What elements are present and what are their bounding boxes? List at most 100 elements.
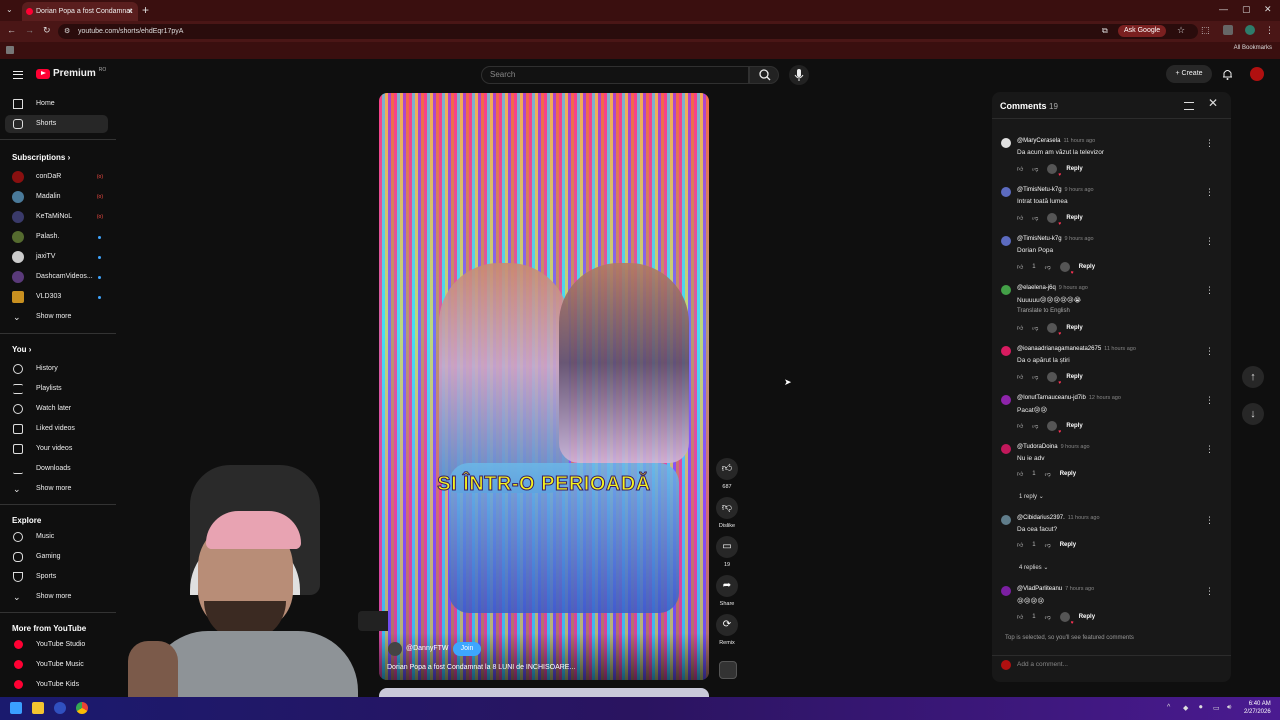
sidebar-item-liked-videos[interactable]: Liked videos	[5, 420, 108, 438]
you-heading[interactable]: You ›	[12, 345, 31, 354]
more-options-icon[interactable]: ⋮	[1205, 586, 1214, 597]
sidebar-item-youtube-studio[interactable]: YouTube Studio	[5, 636, 108, 654]
dislike-action[interactable]: 👎︎ Dislike	[716, 497, 738, 529]
account-avatar[interactable]	[1250, 67, 1264, 81]
remix-button[interactable]: ⟳	[716, 614, 738, 636]
more-options-icon[interactable]: ⋮	[1205, 187, 1214, 198]
comment-author[interactable]: @MaryCerasela 11 hours ago	[1017, 138, 1095, 144]
reply-button[interactable]: Reply	[1079, 264, 1095, 270]
all-bookmarks-button[interactable]: All Bookmarks	[1234, 45, 1272, 51]
translate-link[interactable]: Translate to English	[1017, 308, 1070, 314]
comment-author[interactable]: @Cibidarius2397. 11 hours ago	[1017, 515, 1100, 521]
cast-icon[interactable]: ⧉	[1102, 26, 1108, 36]
reload-icon[interactable]: ↻	[43, 25, 51, 36]
thumbs-up-icon[interactable]: 👍︎	[1017, 165, 1023, 173]
sidebar-item-gaming[interactable]: Gaming	[5, 548, 108, 566]
view-replies-button[interactable]: 4 replies ⌄	[1019, 564, 1048, 571]
maximize-icon[interactable]: ▢	[1242, 4, 1251, 15]
dislike-button[interactable]: 👎︎	[716, 497, 738, 519]
thumbs-down-icon[interactable]: 👎︎	[1045, 613, 1051, 621]
more-options-icon[interactable]: ⋮	[1205, 395, 1214, 406]
comments-button[interactable]: ▭	[716, 536, 738, 558]
show-more-you[interactable]: ⌄ Show more	[5, 480, 108, 498]
sidebar-channel[interactable]: conDaR (o)	[5, 168, 108, 186]
share-button[interactable]: ➦	[716, 575, 738, 597]
sidebar-item-music[interactable]: Music	[5, 528, 108, 546]
sidebar-channel[interactable]: VLD303	[5, 288, 108, 306]
reply-button[interactable]: Reply	[1060, 542, 1076, 548]
youtube-premium-logo[interactable]: Premium RO	[36, 67, 106, 79]
next-short-button[interactable]: ↓	[1242, 403, 1264, 425]
chrome-icon[interactable]	[76, 702, 88, 714]
subscriptions-heading[interactable]: Subscriptions ›	[12, 153, 70, 162]
commenter-avatar[interactable]	[1001, 444, 1011, 454]
taskbar-clock[interactable]: 6:40 AM 2/27/2026	[1244, 700, 1271, 716]
search-button[interactable]	[749, 66, 779, 84]
share-action[interactable]: ➦ Share	[716, 575, 738, 607]
thumbs-up-icon[interactable]: 👍︎	[1017, 470, 1023, 478]
search-input[interactable]: Search	[481, 66, 749, 84]
thumbs-up-icon[interactable]: 👍︎	[1017, 373, 1023, 381]
comment-author[interactable]: @ioanaadrianagamaneata2675 11 hours ago	[1017, 346, 1136, 352]
like-action[interactable]: 👍︎ 687	[716, 458, 738, 490]
commenter-avatar[interactable]	[1001, 395, 1011, 405]
sidebar-channel[interactable]: Madalin (o)	[5, 188, 108, 206]
commenter-avatar[interactable]	[1001, 285, 1011, 295]
app-icon[interactable]	[54, 702, 66, 714]
join-button[interactable]: Join	[453, 642, 481, 656]
tab-list-icon[interactable]: ⌄	[6, 5, 13, 14]
thumbs-down-icon[interactable]: 👎︎	[1045, 541, 1051, 549]
windows-start-icon[interactable]	[10, 702, 22, 714]
thumbs-down-icon[interactable]: 👎︎	[1045, 470, 1051, 478]
reply-button[interactable]: Reply	[1066, 325, 1082, 331]
reply-button[interactable]: Reply	[1066, 215, 1082, 221]
previous-short-button[interactable]: ↑	[1242, 366, 1264, 388]
sidebar-item-downloads[interactable]: Downloads	[5, 460, 108, 478]
commenter-avatar[interactable]	[1001, 187, 1011, 197]
comments-action[interactable]: ▭ 19	[716, 536, 738, 568]
more-options-icon[interactable]: ⋮	[1205, 346, 1214, 357]
thumbs-down-icon[interactable]: 👎︎	[1045, 263, 1051, 271]
thumbs-up-icon[interactable]: 👍︎	[1017, 422, 1023, 430]
video-title[interactable]: Dorian Popa a fost Condamnat la 8 LUNI d…	[387, 664, 575, 671]
hamburger-menu-icon[interactable]	[13, 71, 23, 79]
sound-thumbnail[interactable]	[719, 661, 737, 679]
thumbs-down-icon[interactable]: 👎︎	[1032, 165, 1038, 173]
apps-icon[interactable]	[6, 46, 14, 54]
sidebar-item-shorts[interactable]: Shorts	[5, 115, 108, 133]
sort-icon[interactable]	[1184, 102, 1194, 110]
comment-author[interactable]: @elaelena-j6q 9 hours ago	[1017, 285, 1088, 291]
close-window-icon[interactable]: ✕	[1264, 4, 1272, 15]
reply-button[interactable]: Reply	[1079, 614, 1095, 620]
more-options-icon[interactable]: ⋮	[1205, 515, 1214, 526]
comment-author[interactable]: @TimisNetu-k7g 9 hours ago	[1017, 187, 1094, 193]
sidebar-channel[interactable]: Palash.	[5, 228, 108, 246]
url-field[interactable]: ⚙ youtube.com/shorts/ehdEqr17pyA	[58, 24, 1198, 39]
sidebar-item-home[interactable]: Home	[5, 95, 108, 113]
commenter-avatar[interactable]	[1001, 515, 1011, 525]
sidebar-item-your-videos[interactable]: Your videos	[5, 440, 108, 458]
sidebar-item-playlists[interactable]: Playlists	[5, 380, 108, 398]
volume-icon[interactable]: 🔊︎	[1227, 704, 1231, 712]
sidebar-item-sports[interactable]: Sports	[5, 568, 108, 586]
comment-author[interactable]: @IonutTarnauceanu-jd7ib 12 hours ago	[1017, 395, 1121, 401]
thumbs-up-icon[interactable]: 👍︎	[1017, 613, 1023, 621]
close-icon[interactable]: ✕	[1208, 96, 1218, 110]
commenter-avatar[interactable]	[1001, 346, 1011, 356]
profile-switch-icon[interactable]	[1223, 25, 1233, 35]
show-more-explore[interactable]: ⌄ Show more	[5, 588, 108, 606]
tray-app-icon[interactable]: ◆	[1183, 704, 1188, 712]
back-icon[interactable]: ←	[7, 25, 16, 35]
thumbs-down-icon[interactable]: 👎︎	[1032, 324, 1038, 332]
sidebar-item-youtube-music[interactable]: YouTube Music	[5, 656, 108, 674]
comment-author[interactable]: @VladParliteanu 7 hours ago	[1017, 586, 1094, 592]
channel-name[interactable]: @DannyFTW	[406, 645, 449, 652]
minimize-icon[interactable]: —	[1219, 4, 1228, 14]
sidebar-item-watch-later[interactable]: Watch later	[5, 400, 108, 418]
thumbs-up-icon[interactable]: 👍︎	[1017, 324, 1023, 332]
thumbs-up-icon[interactable]: 👍︎	[1017, 263, 1023, 271]
ask-google-button[interactable]: Ask Google	[1118, 25, 1167, 37]
sidebar-item-history[interactable]: History	[5, 360, 108, 378]
like-button[interactable]: 👍︎	[716, 458, 738, 480]
commenter-avatar[interactable]	[1001, 586, 1011, 596]
